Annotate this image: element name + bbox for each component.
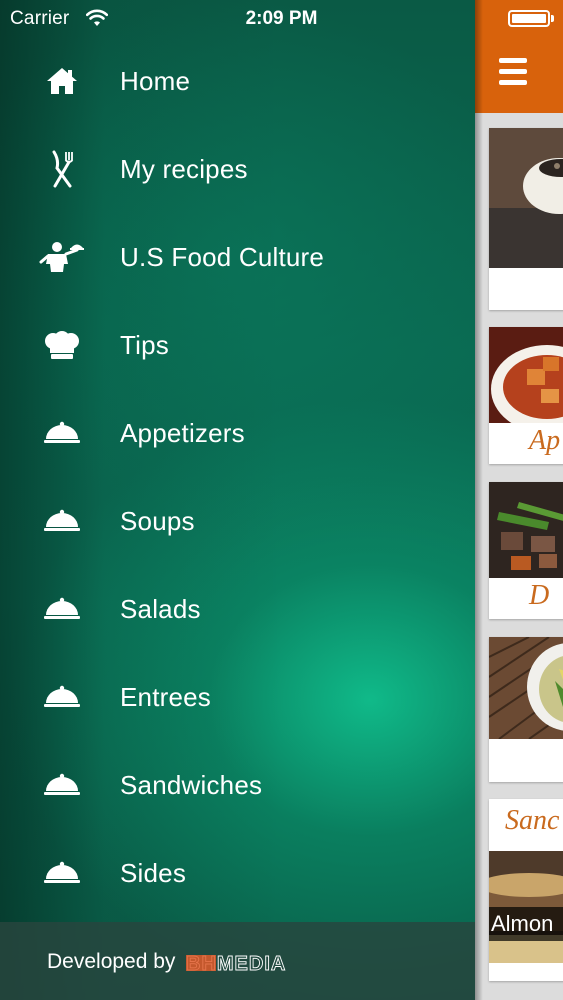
status-bar: Carrier 2:09 PM (0, 0, 563, 40)
category-card-label: D (529, 580, 550, 611)
menu-label-appetizers: Appetizers (120, 417, 245, 448)
menu-item-appetizers[interactable]: Appetizers (0, 389, 475, 477)
bhmedia-logo[interactable]: BHMEDIA (186, 952, 338, 974)
waiter-icon (38, 237, 86, 277)
drawer-edge-shadow (475, 0, 483, 1000)
developed-by-label: Developed by (47, 950, 176, 973)
home-icon (38, 61, 86, 101)
menu-label-entrees: Entrees (120, 681, 212, 712)
menu-item-entrees[interactable]: Entrees (0, 653, 475, 741)
menu-item-home[interactable]: Home (0, 37, 475, 125)
menu-item-soups[interactable]: Soups (0, 477, 475, 565)
cloche-icon (38, 677, 86, 717)
menu-label-sandwiches: Sandwiches (120, 769, 263, 800)
category-card-label: Ap (529, 425, 561, 456)
menu-item-food-culture[interactable]: U.S Food Culture (0, 213, 475, 301)
main-content-peek: Ap D Sanc Almon (475, 0, 563, 1000)
category-card[interactable] (489, 637, 563, 782)
battery-icon (508, 10, 550, 27)
category-card[interactable] (489, 128, 563, 310)
cloche-icon (38, 853, 86, 893)
menu-item-sides[interactable]: Sides (0, 829, 475, 917)
cloche-icon (38, 501, 86, 541)
menu-label-my-recipes: My recipes (120, 153, 248, 184)
menu-item-salads[interactable]: Salads (0, 565, 475, 653)
status-time: 2:09 PM (245, 8, 318, 29)
food-image (489, 128, 563, 268)
menu-item-tips[interactable]: Tips (0, 301, 475, 389)
menu-label-tips: Tips (120, 329, 169, 360)
menu-label-salads: Salads (120, 593, 201, 624)
category-card[interactable]: Sanc Almon (489, 799, 563, 981)
menu-label-sides: Sides (120, 857, 187, 888)
cloche-icon (38, 765, 86, 805)
menu-toggle-icon[interactable] (499, 58, 529, 88)
category-card-label: Sanc (505, 805, 560, 836)
menu-label-home: Home (120, 65, 191, 96)
recipe-caption: Almon (489, 907, 563, 941)
food-image (489, 637, 563, 739)
food-image (489, 482, 563, 578)
fork-knife-icon (38, 149, 86, 189)
menu-item-my-recipes[interactable]: My recipes (0, 125, 475, 213)
cloche-icon (38, 413, 86, 453)
menu-label-food-culture: U.S Food Culture (120, 241, 325, 272)
drawer-menu: Home My recipes U.S Food Culture Tips Ap… (0, 37, 475, 917)
category-card[interactable]: D (489, 482, 563, 619)
category-card[interactable]: Ap (489, 327, 563, 464)
cloche-icon (38, 589, 86, 629)
battery-tip (551, 15, 554, 22)
menu-label-soups: Soups (120, 505, 195, 536)
menu-item-sandwiches[interactable]: Sandwiches (0, 741, 475, 829)
chef-hat-icon (38, 325, 86, 365)
food-image (489, 327, 563, 423)
